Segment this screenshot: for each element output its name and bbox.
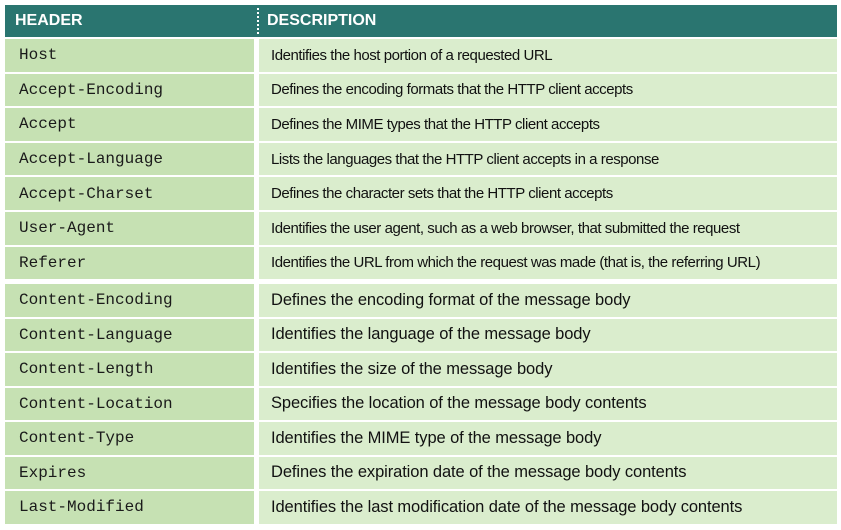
header-description-cell: Identifies the user agent, such as a web… bbox=[259, 211, 837, 245]
header-name-cell: Referer bbox=[5, 246, 254, 280]
http-headers-table: HEADER DESCRIPTION Host Identifies the h… bbox=[5, 5, 837, 524]
header-name-cell: Content-Type bbox=[5, 422, 254, 455]
table-row: Content-Length Identifies the size of th… bbox=[5, 353, 837, 386]
table-row: Content-Location Specifies the location … bbox=[5, 387, 837, 421]
table-row: Content-Language Identifies the language… bbox=[5, 318, 837, 352]
table-row: Expires Defines the expiration date of t… bbox=[5, 456, 837, 490]
header-description-cell: Identifies the URL from which the reques… bbox=[259, 246, 837, 280]
header-column-title: HEADER bbox=[15, 12, 83, 29]
header-name-cell: Last-Modified bbox=[5, 491, 254, 524]
header-description-cell: Defines the expiration date of the messa… bbox=[259, 456, 837, 490]
header-description-cell: Defines the MIME types that the HTTP cli… bbox=[259, 108, 837, 141]
header-description-cell: Defines the encoding formats that the HT… bbox=[259, 73, 837, 107]
header-name-cell: Accept-Encoding bbox=[5, 73, 254, 107]
header-name-cell: Accept-Charset bbox=[5, 177, 254, 210]
header-description-cell: Identifies the language of the message b… bbox=[259, 318, 837, 352]
request-headers-group: Host Identifies the host portion of a re… bbox=[5, 39, 837, 280]
table-header-row: HEADER DESCRIPTION bbox=[5, 5, 837, 37]
table-row: Referer Identifies the URL from which th… bbox=[5, 246, 837, 280]
header-name-cell: Expires bbox=[5, 456, 254, 490]
header-description-cell: Identifies the MIME type of the message … bbox=[259, 422, 837, 455]
header-description-cell: Lists the languages that the HTTP client… bbox=[259, 142, 837, 176]
description-column-title: DESCRIPTION bbox=[267, 12, 377, 29]
header-name-cell: Accept-Language bbox=[5, 142, 254, 176]
table-row: Accept-Encoding Defines the encoding for… bbox=[5, 73, 837, 107]
header-name-cell: Content-Encoding bbox=[5, 284, 254, 317]
table-row: Host Identifies the host portion of a re… bbox=[5, 39, 837, 72]
table-row: Content-Type Identifies the MIME type of… bbox=[5, 422, 837, 455]
header-name-cell: Content-Language bbox=[5, 318, 254, 352]
header-description-cell: Defines the encoding format of the messa… bbox=[259, 284, 837, 317]
header-description-cell: Specifies the location of the message bo… bbox=[259, 387, 837, 421]
table-row: Content-Encoding Defines the encoding fo… bbox=[5, 284, 837, 317]
header-description-cell: Identifies the host portion of a request… bbox=[259, 39, 837, 72]
header-description-cell: Defines the character sets that the HTTP… bbox=[259, 177, 837, 210]
header-name-cell: Content-Location bbox=[5, 387, 254, 421]
header-description-cell: Identifies the last modification date of… bbox=[259, 491, 837, 524]
header-name-cell: Accept bbox=[5, 108, 254, 141]
table-row: Accept-Language Lists the languages that… bbox=[5, 142, 837, 176]
header-name-cell: User-Agent bbox=[5, 211, 254, 245]
table-row: Last-Modified Identifies the last modifi… bbox=[5, 491, 837, 524]
entity-headers-group: Content-Encoding Defines the encoding fo… bbox=[5, 284, 837, 524]
header-name-cell: Content-Length bbox=[5, 353, 254, 386]
header-dotted-divider bbox=[257, 8, 259, 34]
table-row: Accept-Charset Defines the character set… bbox=[5, 177, 837, 210]
header-name-cell: Host bbox=[5, 39, 254, 72]
table-row: User-Agent Identifies the user agent, su… bbox=[5, 211, 837, 245]
header-description-cell: Identifies the size of the message body bbox=[259, 353, 837, 386]
table-row: Accept Defines the MIME types that the H… bbox=[5, 108, 837, 141]
